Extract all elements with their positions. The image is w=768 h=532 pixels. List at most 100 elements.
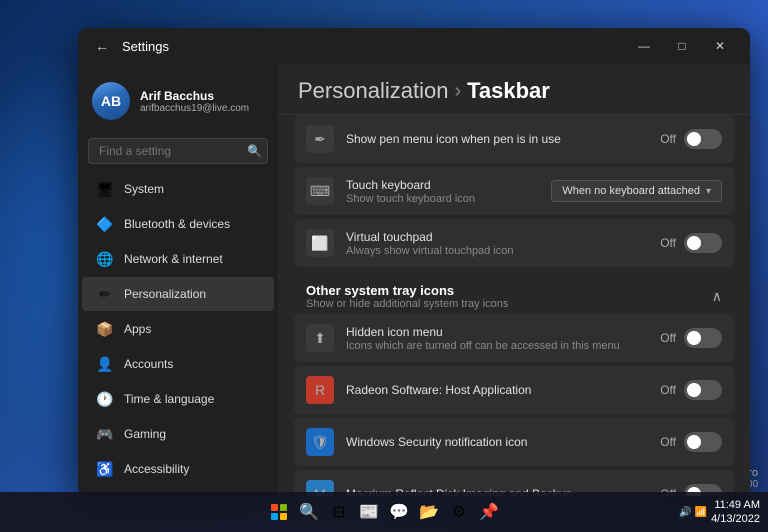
windows-security-text: Windows Security notification icon	[346, 435, 660, 449]
setting-row-windows-security: 🛡 Windows Security notification iconOff	[294, 418, 734, 466]
settings-window: ← Settings — □ ✕ AB Arif Bacchus arifbac…	[78, 28, 750, 496]
pen-menu-toggle[interactable]	[684, 129, 722, 149]
hidden-icon-menu-status: Off	[660, 331, 676, 345]
start-button[interactable]	[266, 499, 292, 525]
hidden-icon-menu-text: Hidden icon menuIcons which are turned o…	[346, 325, 660, 352]
hidden-icon-menu-title: Hidden icon menu	[346, 325, 660, 339]
touch-keyboard-control: When no keyboard attached ▾	[551, 180, 722, 202]
windows-security-toggle[interactable]	[684, 432, 722, 452]
setting-row-hidden-icon-menu: ⬆ Hidden icon menuIcons which are turned …	[294, 314, 734, 362]
radeon-control: Off	[660, 380, 722, 400]
maximize-button[interactable]: □	[664, 32, 700, 60]
profile-email: arifbacchus19@live.com	[140, 103, 249, 114]
pen-menu-status: Off	[660, 132, 676, 146]
breadcrumb-parent[interactable]: Personalization	[298, 78, 448, 104]
section-chevron-icon[interactable]: ∧	[712, 288, 722, 305]
settings-list: ✒Show pen menu icon when pen is in useOf…	[278, 115, 750, 496]
sidebar-item-apps[interactable]: 📦Apps	[82, 312, 274, 346]
search-icon[interactable]: 🔍	[247, 144, 262, 158]
setting-row-touch-keyboard: ⌨Touch keyboardShow touch keyboard iconW…	[294, 167, 734, 215]
pin-button[interactable]: 📌	[476, 499, 502, 525]
virtual-touchpad-text: Virtual touchpadAlways show virtual touc…	[346, 230, 660, 257]
touch-keyboard-dropdown-value: When no keyboard attached	[562, 185, 700, 197]
taskbar-clock[interactable]: 11:49 AM 4/13/2022	[711, 498, 760, 527]
sidebar-item-personalization[interactable]: ✏Personalization	[82, 277, 274, 311]
touch-keyboard-text: Touch keyboardShow touch keyboard icon	[346, 178, 551, 205]
radeon-text: Radeon Software: Host Application	[346, 383, 660, 397]
network-nav-label: Network & internet	[124, 252, 223, 266]
sidebar: AB Arif Bacchus arifbacchus19@live.com 🔍…	[78, 64, 278, 496]
file-explorer-button[interactable]: 📂	[416, 499, 442, 525]
radeon-status: Off	[660, 383, 676, 397]
search-input[interactable]	[88, 138, 268, 164]
pen-menu-title: Show pen menu icon when pen is in use	[346, 132, 660, 146]
personalization-nav-label: Personalization	[124, 287, 206, 301]
close-button[interactable]: ✕	[702, 32, 738, 60]
title-bar: ← Settings — □ ✕	[78, 28, 750, 64]
accounts-nav-icon: 👤	[96, 355, 114, 373]
apps-nav-icon: 📦	[96, 320, 114, 338]
windows-security-toggle-thumb	[687, 435, 701, 449]
sidebar-nav: 🖥 System 🔷 Bluetooth & devices 🌐Network & in…	[78, 172, 278, 496]
section-title: Other system tray icons	[306, 283, 508, 298]
breadcrumb-current: Taskbar	[467, 78, 550, 104]
pen-menu-control: Off	[660, 129, 722, 149]
touch-keyboard-dropdown[interactable]: When no keyboard attached ▾	[551, 180, 722, 202]
window-title: Settings	[122, 39, 626, 54]
hidden-icon-menu-toggle[interactable]	[684, 328, 722, 348]
pen-menu-text: Show pen menu icon when pen is in use	[346, 132, 660, 146]
bluetooth-nav-icon: 🔷	[96, 215, 114, 233]
search-taskbar-button[interactable]: 🔍	[296, 499, 322, 525]
virtual-touchpad-icon: ⬜	[306, 229, 334, 257]
sidebar-item-system[interactable]: 🖥 System	[82, 172, 274, 206]
hidden-icon-menu-subtitle: Icons which are turned off can be access…	[346, 340, 660, 352]
time-nav-icon: 🕐	[96, 390, 114, 408]
hidden-icon-menu-toggle-thumb	[687, 331, 701, 345]
accounts-nav-label: Accounts	[124, 357, 173, 371]
sidebar-item-bluetooth[interactable]: 🔷 Bluetooth & devices	[82, 207, 274, 241]
settings-taskbar-button[interactable]: ⚙	[446, 499, 472, 525]
network-icon[interactable]: 📶	[695, 507, 707, 518]
sidebar-item-accounts[interactable]: 👤 Accounts	[82, 347, 274, 381]
virtual-touchpad-status: Off	[660, 236, 676, 250]
setting-row-radeon: RRadeon Software: Host ApplicationOff	[294, 366, 734, 414]
setting-row-pen-menu: ✒ Show pen menu icon when pen is in useOf…	[294, 115, 734, 163]
virtual-touchpad-toggle[interactable]	[684, 233, 722, 253]
windows-security-icon: 🛡	[306, 428, 334, 456]
profile-name: Arif Bacchus	[140, 89, 249, 103]
pen-menu-icon: ✒	[306, 125, 334, 153]
sidebar-item-time[interactable]: 🕐 Time & language	[82, 382, 274, 416]
section-title-block: Other system tray icons Show or hide add…	[306, 283, 508, 310]
other-tray-section-header: Other system tray icons Show or hide add…	[294, 271, 734, 314]
touch-keyboard-icon: ⌨	[306, 177, 334, 205]
search-taskbar-icon: 🔍	[299, 502, 319, 522]
virtual-touchpad-subtitle: Always show virtual touchpad icon	[346, 245, 660, 257]
minimize-button[interactable]: —	[626, 32, 662, 60]
back-button[interactable]: ←	[90, 34, 114, 58]
chevron-down-icon: ▾	[706, 186, 711, 197]
widgets-button[interactable]: 📰	[356, 499, 382, 525]
time-nav-label: Time & language	[124, 392, 214, 406]
taskview-button[interactable]: ⊟	[326, 499, 352, 525]
chat-button[interactable]: 💬	[386, 499, 412, 525]
clock-date: 4/13/2022	[711, 512, 760, 526]
volume-icon[interactable]: 🔊	[679, 507, 691, 518]
file-explorer-icon: 📂	[419, 502, 439, 522]
profile-section[interactable]: AB Arif Bacchus arifbacchus19@live.com	[78, 72, 278, 130]
virtual-touchpad-toggle-thumb	[687, 236, 701, 250]
settings-rows: ✒Show pen menu icon when pen is in useOf…	[294, 115, 734, 267]
bluetooth-nav-label: Bluetooth & devices	[124, 217, 230, 231]
radeon-toggle[interactable]	[684, 380, 722, 400]
hidden-icon-menu-icon: ⬆	[306, 324, 334, 352]
clock-time: 11:49 AM	[711, 498, 760, 512]
sidebar-item-network[interactable]: 🌐Network & internet	[82, 242, 274, 276]
settings-taskbar-icon: ⚙	[449, 502, 469, 522]
system-nav-label: System	[124, 182, 164, 196]
page-header: Personalization › Taskbar	[278, 64, 750, 115]
system-nav-icon: 🖥	[96, 180, 114, 198]
sidebar-item-accessibility[interactable]: ♿Accessibility	[82, 452, 274, 486]
chat-icon: 💬	[389, 502, 409, 522]
windows-security-control: Off	[660, 432, 722, 452]
sidebar-item-gaming[interactable]: 🎮Gaming	[82, 417, 274, 451]
taskview-icon: ⊟	[329, 502, 349, 522]
